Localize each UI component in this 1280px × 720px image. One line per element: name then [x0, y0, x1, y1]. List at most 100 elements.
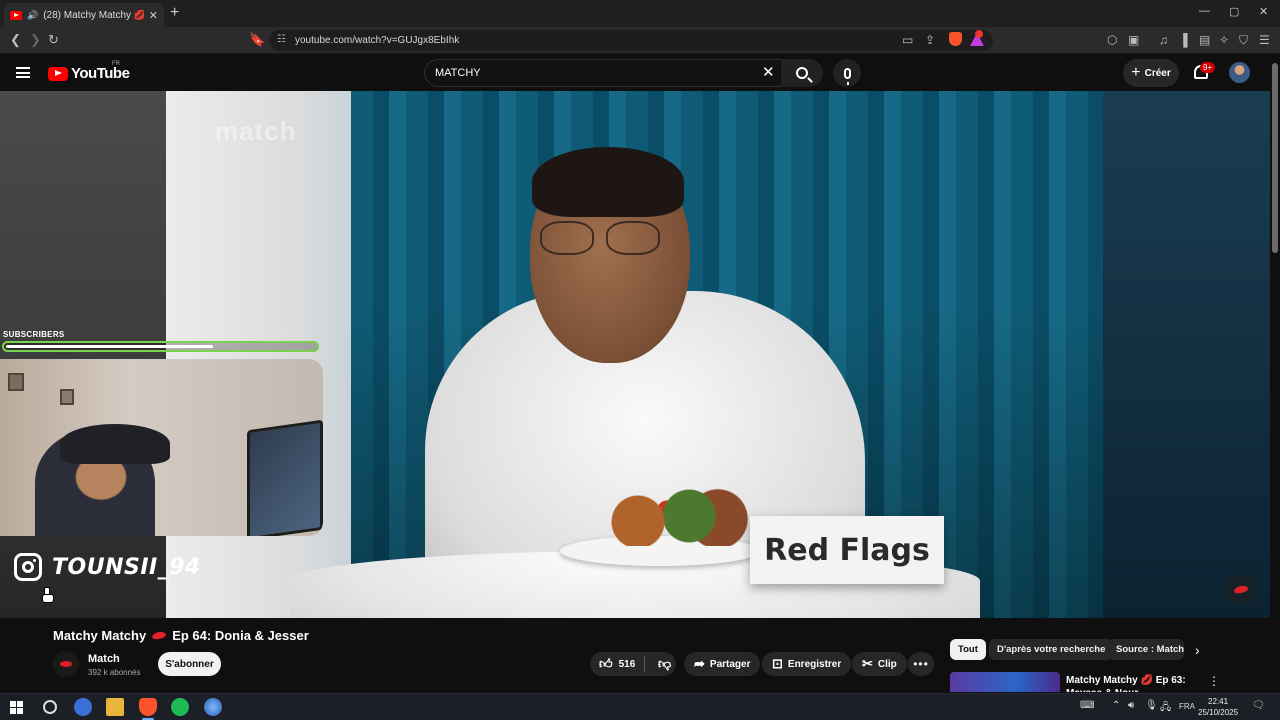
chip-related[interactable]: D'après votre recherche [989, 639, 1114, 660]
browser-toolbar: ❮ ❯ ↻ 🔖 ☷ youtube.com/watch?v=GUJgx8EbIh… [0, 27, 1280, 54]
back-icon[interactable]: ❮ [10, 32, 21, 48]
chips-next-icon[interactable]: › [1195, 642, 1200, 658]
notifications-badge: 9+ [1200, 62, 1216, 73]
clip-label: Clip [877, 658, 897, 670]
create-button[interactable]: + Créer [1123, 59, 1179, 87]
taskbar-search-icon[interactable] [41, 698, 59, 716]
audio-playing-icon[interactable]: 🔊 [27, 10, 38, 21]
media-icon[interactable]: ♫ [1159, 33, 1168, 47]
recommendation-thumbnail[interactable] [950, 672, 1060, 692]
chip-all[interactable]: Tout [950, 639, 986, 660]
subscribe-button[interactable]: S'abonner [158, 652, 221, 676]
new-tab-button[interactable]: + [170, 4, 179, 22]
like-count: 516 [618, 658, 636, 670]
clear-search-icon[interactable]: ✕ [762, 63, 775, 81]
red-flags-sign: Red Flags [750, 516, 944, 584]
share-page-icon[interactable]: ⇪ [925, 33, 935, 47]
save-button[interactable]: ⊡ Enregistrer [762, 652, 852, 676]
taskbar-explorer-icon[interactable] [106, 698, 124, 716]
taskbar-app-icon[interactable] [204, 698, 222, 716]
tab-title: (28) Matchy Matchy 💋 Ep 64 [43, 9, 144, 21]
extensions-icon[interactable]: ⬡ [1107, 33, 1117, 47]
search-input[interactable]: MATCHY [424, 59, 790, 87]
address-bar[interactable]: ☷ youtube.com/watch?v=GUJgx8EbIhk [269, 30, 993, 51]
forward-icon[interactable]: ❯ [30, 32, 41, 48]
clock-date: 25/10/2025 [1198, 708, 1239, 717]
wallet-icon[interactable]: ▤ [1199, 33, 1210, 47]
subscribers-goal-counter: ·· ·· [285, 331, 297, 338]
thumbs-up-icon: 👍︎ [599, 656, 613, 671]
account-avatar[interactable] [1229, 62, 1250, 83]
video-player[interactable]: match Red Flags SUBSCRIBERS ·· ·· TOUNSI… [0, 91, 1270, 618]
brave-rewards-icon[interactable] [970, 30, 984, 46]
save-label: Enregistrer [787, 658, 842, 670]
input-language[interactable]: FRA [1179, 702, 1195, 711]
site-settings-icon[interactable]: ☷ [277, 34, 286, 45]
microphone-tray-icon[interactable]: 🎙︎ [1145, 700, 1158, 711]
screenshot-icon[interactable]: ▣ [1128, 33, 1139, 47]
video-scene-wall [166, 91, 351, 618]
more-actions-button[interactable]: ••• [908, 652, 934, 676]
sidebar-icon[interactable]: ▐ [1179, 33, 1188, 47]
taskbar-brave-icon[interactable] [139, 698, 157, 716]
hamburger-menu-icon[interactable] [16, 67, 30, 78]
bookmark-icon[interactable]: 🔖 [249, 32, 265, 48]
leo-ai-icon[interactable]: ✧ [1219, 33, 1229, 47]
tab-close-icon[interactable]: ✕ [149, 9, 158, 22]
scrollbar-thumb[interactable] [1272, 63, 1278, 253]
subscribers-goal-bar [2, 341, 319, 352]
recommendation-title[interactable]: Matchy Matchy 💋 Ep 63: Maysaa & Nour [1066, 674, 1206, 692]
windows-taskbar: ⌨ ⌃ 🔊︎ 🎙︎ 🖧 FRA 22:41 25/10/2025 🗨 [0, 693, 1280, 720]
maximize-button[interactable]: ▢ [1229, 5, 1239, 18]
channel-watermark-icon[interactable] [1227, 575, 1255, 603]
thumbs-down-icon: 👎︎ [658, 656, 672, 671]
match-watermark: match [215, 116, 297, 146]
share-label: Partager [709, 658, 751, 670]
channel-name[interactable]: Match [88, 653, 120, 665]
windows-start-icon[interactable] [7, 698, 25, 716]
like-button[interactable]: 👍︎ 516 [590, 656, 645, 672]
brave-shields-icon[interactable] [949, 32, 962, 46]
reload-icon[interactable]: ↻ [48, 32, 59, 48]
channel-subscriber-count: 392 k abonnés [88, 668, 141, 677]
clip-button[interactable]: ✂ Clip [852, 652, 907, 676]
youtube-logo[interactable]: YouTube FR [48, 61, 130, 82]
browser-tab-bar: 🔊 (28) Matchy Matchy 💋 Ep 64 ✕ + — ▢ ✕ [0, 0, 1280, 27]
video-person-hair [532, 147, 684, 217]
webcam-monitor [247, 419, 323, 536]
taskbar-spotify-icon[interactable] [171, 698, 189, 716]
keyboard-icon[interactable]: ⌨ [1080, 700, 1094, 711]
taskbar-discord-icon[interactable] [74, 698, 92, 716]
notification-center-icon[interactable]: 🗨 [1252, 700, 1265, 711]
channel-avatar[interactable] [53, 651, 79, 677]
browser-menu-icon[interactable]: ☰ [1259, 33, 1270, 47]
vpn-icon[interactable]: ⛉ [1239, 33, 1248, 48]
youtube-favicon-icon [10, 10, 22, 20]
taskbar-clock[interactable]: 22:41 25/10/2025 [1198, 696, 1238, 718]
network-icon[interactable]: 🖧 [1160, 700, 1171, 717]
scissors-icon: ✂ [862, 656, 873, 671]
video-title-part1: Matchy Matchy [53, 628, 147, 643]
voice-search-button[interactable] [833, 59, 861, 87]
youtube-wordmark: YouTube [71, 65, 130, 82]
search-button[interactable] [781, 59, 823, 87]
chip-source[interactable]: Source : Match [1108, 639, 1184, 660]
wall-frame [8, 373, 24, 391]
minimize-button[interactable]: — [1199, 5, 1210, 17]
video-title: Matchy Matchy Ep 64: Donia & Jesser [53, 628, 309, 643]
share-button[interactable]: ➦ Partager [684, 652, 761, 676]
dislike-button[interactable]: 👎︎ [650, 656, 671, 672]
cast-icon[interactable]: ▭ [902, 33, 913, 47]
video-food [590, 486, 750, 546]
browser-tab[interactable]: 🔊 (28) Matchy Matchy 💋 Ep 64 ✕ [4, 3, 164, 27]
streamer-cap [60, 424, 170, 464]
page-scrollbar[interactable] [1270, 55, 1280, 695]
recommendation-menu-icon[interactable]: ⋮ [1208, 674, 1220, 688]
tray-overflow-icon[interactable]: ⌃ [1112, 700, 1120, 711]
volume-icon[interactable]: 🔊︎ [1128, 700, 1134, 711]
close-window-button[interactable]: ✕ [1259, 5, 1268, 18]
instagram-icon [14, 553, 42, 581]
url-text: youtube.com/watch?v=GUJgx8EbIhk [295, 35, 460, 46]
video-title-part2: Ep 64: Donia & Jesser [172, 628, 309, 643]
video-scene-right [1103, 91, 1270, 618]
